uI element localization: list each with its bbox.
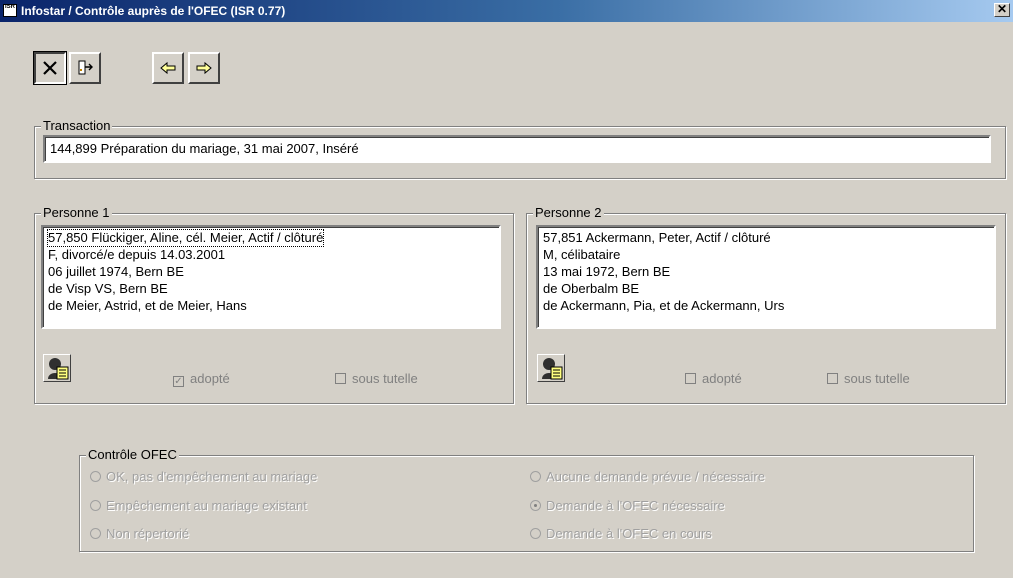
person-card-icon	[48, 358, 69, 380]
person1-guardianship-label: sous tutelle	[352, 371, 418, 386]
person1-guardianship-checkbox[interactable]: sous tutelle	[335, 371, 418, 386]
checkbox-empty-icon	[685, 373, 696, 384]
person2-adopted-label: adopté	[702, 371, 742, 386]
person-card-icon	[542, 358, 563, 380]
person2-guardianship-label: sous tutelle	[844, 371, 910, 386]
radio-label: Non répertorié	[106, 526, 190, 541]
radio-label: Empêchement au mariage existant	[106, 498, 307, 513]
radio-label: OK, pas d'empêchement au mariage	[106, 469, 318, 484]
radio-not-listed[interactable]: Non répertorié	[90, 526, 189, 541]
radio-impediment-exists[interactable]: Empêchement au mariage existant	[90, 498, 307, 513]
arrow-left-icon	[160, 61, 176, 75]
radio-icon	[530, 471, 541, 482]
transaction-field[interactable]: 144,899 Préparation du mariage, 31 mai 2…	[43, 135, 991, 163]
person2-adopted-checkbox[interactable]: adopté	[685, 371, 742, 386]
person1-listbox[interactable]: 57,850 Flückiger, Aline, cél. Meier, Act…	[41, 225, 501, 329]
list-item[interactable]: F, divorcé/e depuis 14.03.2001	[48, 247, 225, 263]
person1-legend: Personne 1	[41, 205, 112, 221]
radio-selected-icon	[530, 500, 541, 511]
transaction-legend: Transaction	[41, 118, 113, 134]
person1-details-button[interactable]	[43, 354, 71, 382]
exit-button[interactable]	[69, 52, 101, 84]
person2-guardianship-checkbox[interactable]: sous tutelle	[827, 371, 910, 386]
list-item[interactable]: de Ackermann, Pia, et de Ackermann, Urs	[543, 298, 784, 314]
cancel-button[interactable]	[33, 51, 67, 85]
checkbox-empty-icon	[827, 373, 838, 384]
person2-legend: Personne 2	[533, 205, 604, 221]
list-item[interactable]: 13 mai 1972, Bern BE	[543, 264, 670, 280]
ofec-legend: Contrôle OFEC	[86, 447, 179, 463]
list-item[interactable]: de Meier, Astrid, et de Meier, Hans	[48, 298, 247, 314]
title-bar: ISR Infostar / Contrôle auprès de l'OFEC…	[0, 0, 1013, 22]
radio-label: Aucune demande prévue / nécessaire	[546, 469, 765, 484]
radio-icon	[530, 528, 541, 539]
radio-icon	[90, 471, 101, 482]
previous-button[interactable]	[152, 52, 184, 84]
radio-label: Demande à l'OFEC en cours	[546, 526, 712, 541]
window-title: Infostar / Contrôle auprès de l'OFEC (IS…	[21, 4, 286, 18]
list-item[interactable]: M, célibataire	[543, 247, 620, 263]
list-item[interactable]: 57,850 Flückiger, Aline, cél. Meier, Act…	[46, 229, 325, 247]
person1-adopted-label: adopté	[190, 371, 230, 386]
app-icon: ISR	[3, 4, 17, 17]
ofec-control-group: Contrôle OFEC OK, pas d'empêchement au m…	[79, 447, 974, 552]
person1-adopted-checkbox[interactable]: ✓ adopté	[173, 371, 230, 387]
radio-request-needed[interactable]: Demande à l'OFEC nécessaire	[530, 498, 725, 513]
list-item[interactable]: 06 juillet 1974, Bern BE	[48, 264, 184, 280]
person2-details-button[interactable]	[537, 354, 565, 382]
person1-group: Personne 1 57,850 Flückiger, Aline, cél.…	[34, 205, 514, 404]
checkmark-icon: ✓	[173, 376, 184, 387]
radio-no-request-needed[interactable]: Aucune demande prévue / nécessaire	[530, 469, 765, 484]
x-icon	[43, 61, 57, 75]
transaction-group: Transaction 144,899 Préparation du maria…	[34, 118, 1006, 179]
radio-label: Demande à l'OFEC nécessaire	[546, 498, 725, 513]
radio-request-in-progress[interactable]: Demande à l'OFEC en cours	[530, 526, 712, 541]
arrow-right-icon	[196, 61, 212, 75]
person2-group: Personne 2 57,851 Ackermann, Peter, Acti…	[526, 205, 1006, 404]
next-button[interactable]	[188, 52, 220, 84]
transaction-value: 144,899 Préparation du mariage, 31 mai 2…	[50, 141, 359, 156]
close-button[interactable]: ✕	[994, 3, 1010, 17]
list-item[interactable]: 57,851 Ackermann, Peter, Actif / clôturé	[543, 230, 771, 246]
radio-no-impediment[interactable]: OK, pas d'empêchement au mariage	[90, 469, 317, 484]
list-item[interactable]: de Oberbalm BE	[543, 281, 639, 297]
person2-listbox[interactable]: 57,851 Ackermann, Peter, Actif / clôturé…	[536, 225, 996, 329]
radio-icon	[90, 500, 101, 511]
door-exit-icon	[78, 60, 93, 75]
checkbox-empty-icon	[335, 373, 346, 384]
radio-icon	[90, 528, 101, 539]
list-item[interactable]: de Visp VS, Bern BE	[48, 281, 168, 297]
